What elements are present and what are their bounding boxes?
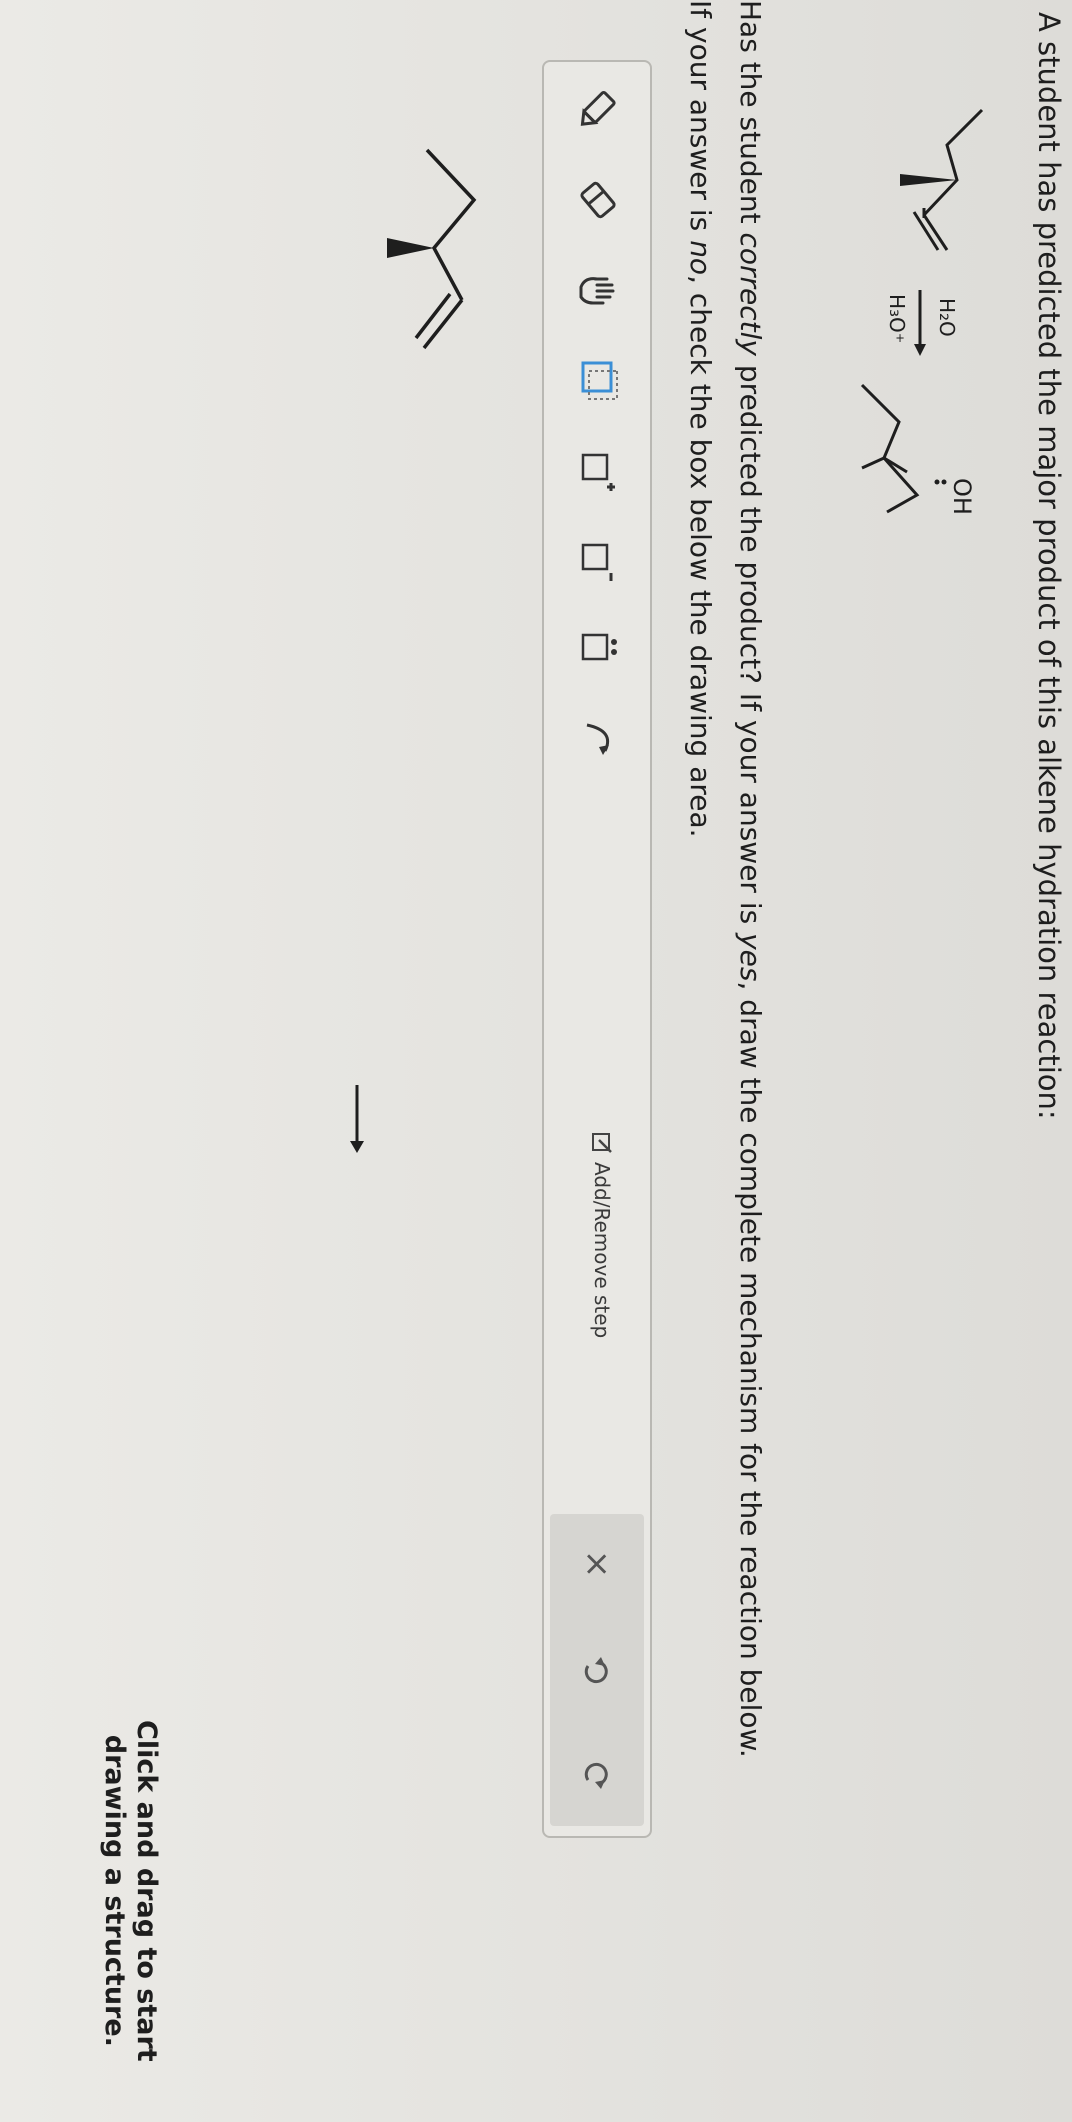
question-title: A student has predicted the major produc…: [1032, 12, 1066, 1120]
box-selection-tool[interactable]: [568, 352, 628, 408]
drawing-reaction-arrow: [350, 1085, 364, 1153]
instruction-line1: Click and drag to start: [131, 1720, 162, 2062]
drawing-controls: ×: [550, 1514, 644, 1826]
reaction-arrow: [914, 290, 926, 356]
box-select-icon: [581, 361, 618, 400]
edit-step-icon: [592, 1133, 612, 1153]
redo-icon: [584, 1762, 608, 1789]
question-instruction-no: If your answer is no, check the box belo…: [684, 0, 717, 838]
starting-alkene: [900, 108, 984, 251]
lone-pair-tool[interactable]: [568, 622, 628, 678]
reagent-water: H₂O: [935, 298, 959, 337]
reagent-hydronium: H₃O⁺: [885, 294, 909, 343]
undo-icon: [584, 1657, 608, 1684]
curved-arrow-tool[interactable]: [568, 712, 628, 768]
hydroxyl-label: OH: [948, 478, 976, 515]
pencil-icon: [580, 90, 616, 126]
question-page: A student has predicted the major produc…: [0, 0, 1072, 2122]
pencil-tool[interactable]: [568, 82, 628, 138]
instruction-line2: drawing a structure.: [99, 1734, 130, 2047]
question-instruction-yes: Has the student correctly predicted the …: [734, 0, 767, 1758]
plus-charge-icon: [581, 453, 615, 491]
curved-arrow-icon: [586, 723, 610, 755]
clear-button[interactable]: ×: [570, 1534, 624, 1594]
drawing-structure-alkene: [387, 148, 477, 350]
eraser-tool[interactable]: [568, 172, 628, 228]
redo-button[interactable]: [570, 1746, 624, 1806]
hand-tool[interactable]: [568, 262, 628, 318]
eraser-icon: [580, 181, 616, 219]
add-remove-step-label: Add/Remove step: [590, 1162, 614, 1339]
predicted-product: [860, 383, 920, 514]
hand-icon: [579, 277, 615, 305]
negative-charge-tool[interactable]: [568, 532, 628, 588]
screen: A student has predicted the major produc…: [0, 0, 1072, 2122]
close-icon: ×: [577, 1549, 617, 1579]
emphasis-yes: yes: [734, 933, 767, 982]
drawing-toolbar: Add/Remove step ×: [542, 60, 652, 1838]
text-part: , draw the complete mechanism for the re…: [734, 981, 767, 1758]
drawing-area[interactable]: [152, 100, 512, 2000]
positive-charge-tool[interactable]: [568, 442, 628, 498]
emphasis-correctly: correctly: [734, 232, 767, 357]
text-part: If your answer is: [684, 0, 717, 241]
minus-charge-icon: [581, 543, 613, 581]
lone-pair-icon: [581, 633, 617, 661]
text-part: predicted the product? If your answer is: [734, 356, 767, 934]
text-part: , check the box below the drawing area.: [684, 275, 717, 838]
drawing-instruction: Click and drag to start drawing a struct…: [98, 1720, 162, 2062]
undo-button[interactable]: [570, 1640, 624, 1700]
text-part: Has the student: [734, 0, 767, 233]
add-remove-step-button[interactable]: Add/Remove step: [590, 1132, 614, 1338]
emphasis-no: no: [684, 240, 717, 276]
reaction-scheme: H₂O H₃O⁺ OH: [860, 108, 984, 515]
